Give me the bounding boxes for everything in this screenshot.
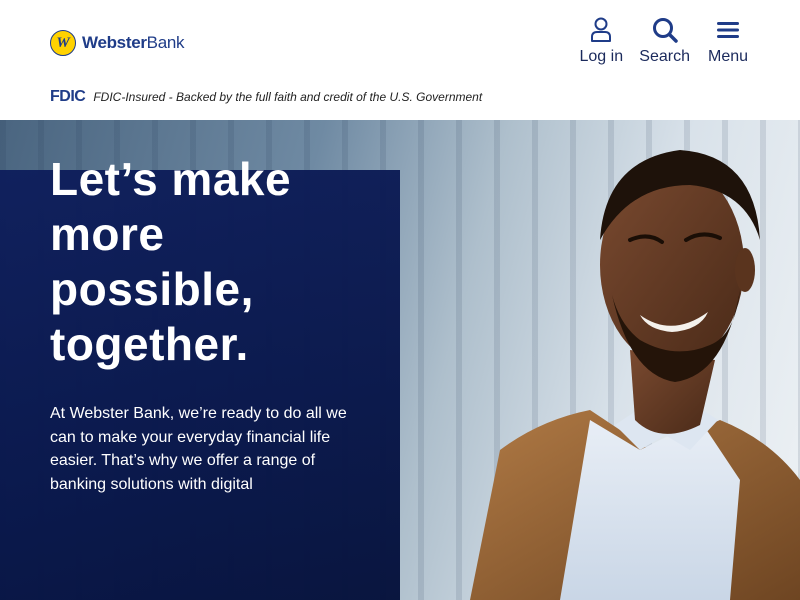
hero-body-text: At Webster Bank, we’re ready to do all w… bbox=[50, 405, 347, 493]
webster-logo-mark-icon: W bbox=[50, 30, 76, 56]
fdic-notice-text: FDIC-Insured - Backed by the full faith … bbox=[93, 90, 483, 104]
logo-brand-bold: Webster bbox=[82, 33, 147, 52]
menu-label: Menu bbox=[707, 48, 749, 65]
header-nav: Log in Search Menu bbox=[579, 16, 750, 66]
fdic-logo: FDIC bbox=[50, 88, 86, 105]
login-button[interactable]: Log in bbox=[579, 16, 623, 66]
user-icon bbox=[591, 17, 612, 42]
search-icon bbox=[652, 18, 678, 43]
menu-button[interactable]: Menu bbox=[706, 16, 750, 66]
fdic-notice: FDIC FDIC-Insured - Backed by the full f… bbox=[50, 88, 482, 106]
webster-bank-logo[interactable]: W WebsterBank bbox=[50, 29, 185, 57]
hamburger-icon bbox=[717, 22, 739, 38]
logo-mark-letter: W bbox=[56, 34, 70, 51]
site-header: W WebsterBank Log in Search Menu FDIC FD… bbox=[0, 0, 800, 120]
search-label: Search bbox=[639, 48, 690, 65]
logo-wordmark: WebsterBank bbox=[82, 33, 185, 53]
logo-brand-light: Bank bbox=[146, 33, 185, 52]
search-button[interactable]: Search bbox=[639, 16, 690, 66]
login-label: Log in bbox=[579, 48, 624, 65]
hero-title: Let’s make more possible, together. bbox=[50, 153, 292, 370]
